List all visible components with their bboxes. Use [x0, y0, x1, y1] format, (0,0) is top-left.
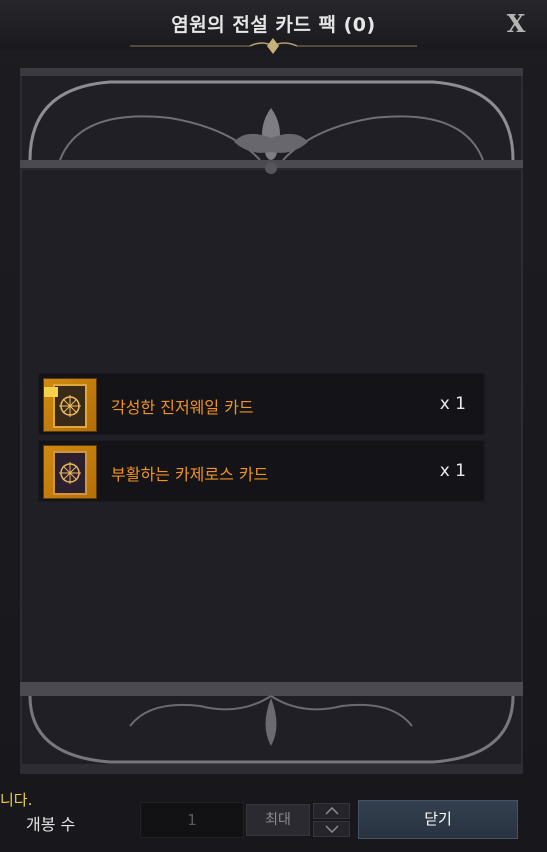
partial-side-text: 니다. — [0, 791, 33, 809]
card-back-icon — [43, 445, 97, 499]
chevron-down-icon — [325, 825, 339, 833]
decrease-button[interactable] — [313, 821, 350, 837]
card-back-icon — [43, 378, 97, 432]
max-button[interactable]: 최대 — [246, 804, 310, 836]
item-quantity: x 1 — [439, 394, 466, 414]
list-item[interactable]: 각성한 진저웨일 카드 x 1 — [38, 373, 485, 435]
item-name: 각성한 진저웨일 카드 — [111, 398, 254, 417]
increase-button[interactable] — [313, 803, 350, 819]
close-button[interactable]: 닫기 — [358, 800, 518, 839]
list-item[interactable]: 부활하는 카제로스 카드 x 1 — [38, 440, 485, 502]
title-ornament-icon — [130, 38, 417, 54]
title-bar: 염원의 전설 카드 팩 (0) X — [0, 0, 547, 54]
open-count-input[interactable]: 1 — [140, 802, 244, 838]
item-quantity: x 1 — [439, 461, 466, 481]
card-list: 각성한 진저웨일 카드 x 1 부활하는 카제로스 카드 x 1 — [38, 373, 485, 507]
bottom-ornament-icon — [20, 682, 523, 774]
new-badge-icon — [44, 387, 58, 397]
chevron-up-icon — [325, 807, 339, 815]
card-pack-window: 염원의 전설 카드 팩 (0) X 각성한 진저웨일 카드 x 1 부활하는 카… — [0, 0, 547, 852]
window-title: 염원의 전설 카드 팩 (0) — [171, 14, 376, 36]
close-icon[interactable]: X — [500, 8, 532, 40]
top-ornament-icon — [20, 68, 523, 174]
item-name: 부활하는 카제로스 카드 — [111, 465, 269, 484]
open-count-label: 개봉 수 — [26, 815, 76, 834]
